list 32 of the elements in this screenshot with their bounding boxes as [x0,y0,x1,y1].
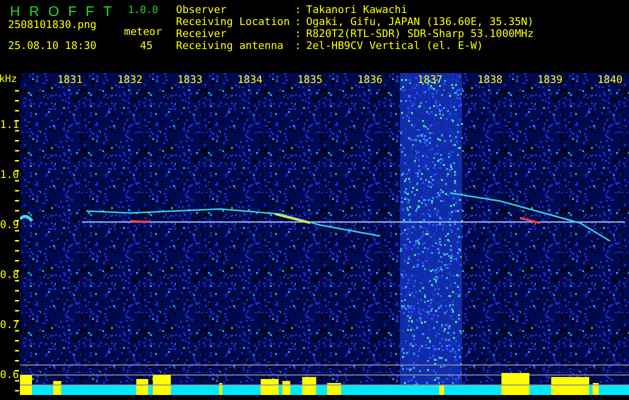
info-separator: : [294,40,302,52]
info-separator: : [294,28,302,40]
info-value: Ogaki, Gifu, JAPAN (136.60E, 35.35N) [306,16,534,28]
file-name: 2508101830.png [8,19,97,31]
info-separator: : [294,4,302,16]
time-label: 1836 [356,73,384,87]
time-label: 1834 [236,73,264,87]
info-label: Receiver [176,28,228,40]
axis-tick-label: 0.6 [0,369,19,381]
axis-tick-label: 1.0 [0,169,19,181]
count-label: meteor [124,26,162,38]
info-value: R820T2(RTL-SDR) SDR-Sharp 53.1000MHz [306,28,534,40]
info-value: 2el-HB9CV Vertical (el. E-W) [306,40,484,52]
time-label: 1838 [476,73,504,87]
time-label: 1832 [116,73,144,87]
info-separator: : [294,16,302,28]
time-label: 1839 [536,73,564,87]
info-label: Receiving antenna [176,40,284,52]
info-label: Observer [176,4,228,16]
date-time: 25.08.10 18:30 [8,40,97,52]
time-label: 1835 [296,73,324,87]
time-label: 1837 [416,73,444,87]
app-version: 1.0.0 [128,5,158,16]
axis-unit: kHz [0,73,18,87]
info-label: Receiving Location [176,16,290,28]
count-value: 45 [140,40,153,52]
axis-tick-label: 0.9 [0,219,19,231]
info-value: Takanori Kawachi [306,4,408,16]
time-label: 1840 [596,73,624,87]
app-logo: HROFFT [10,3,121,19]
time-label: 1831 [56,73,84,87]
time-label: 1833 [176,73,204,87]
